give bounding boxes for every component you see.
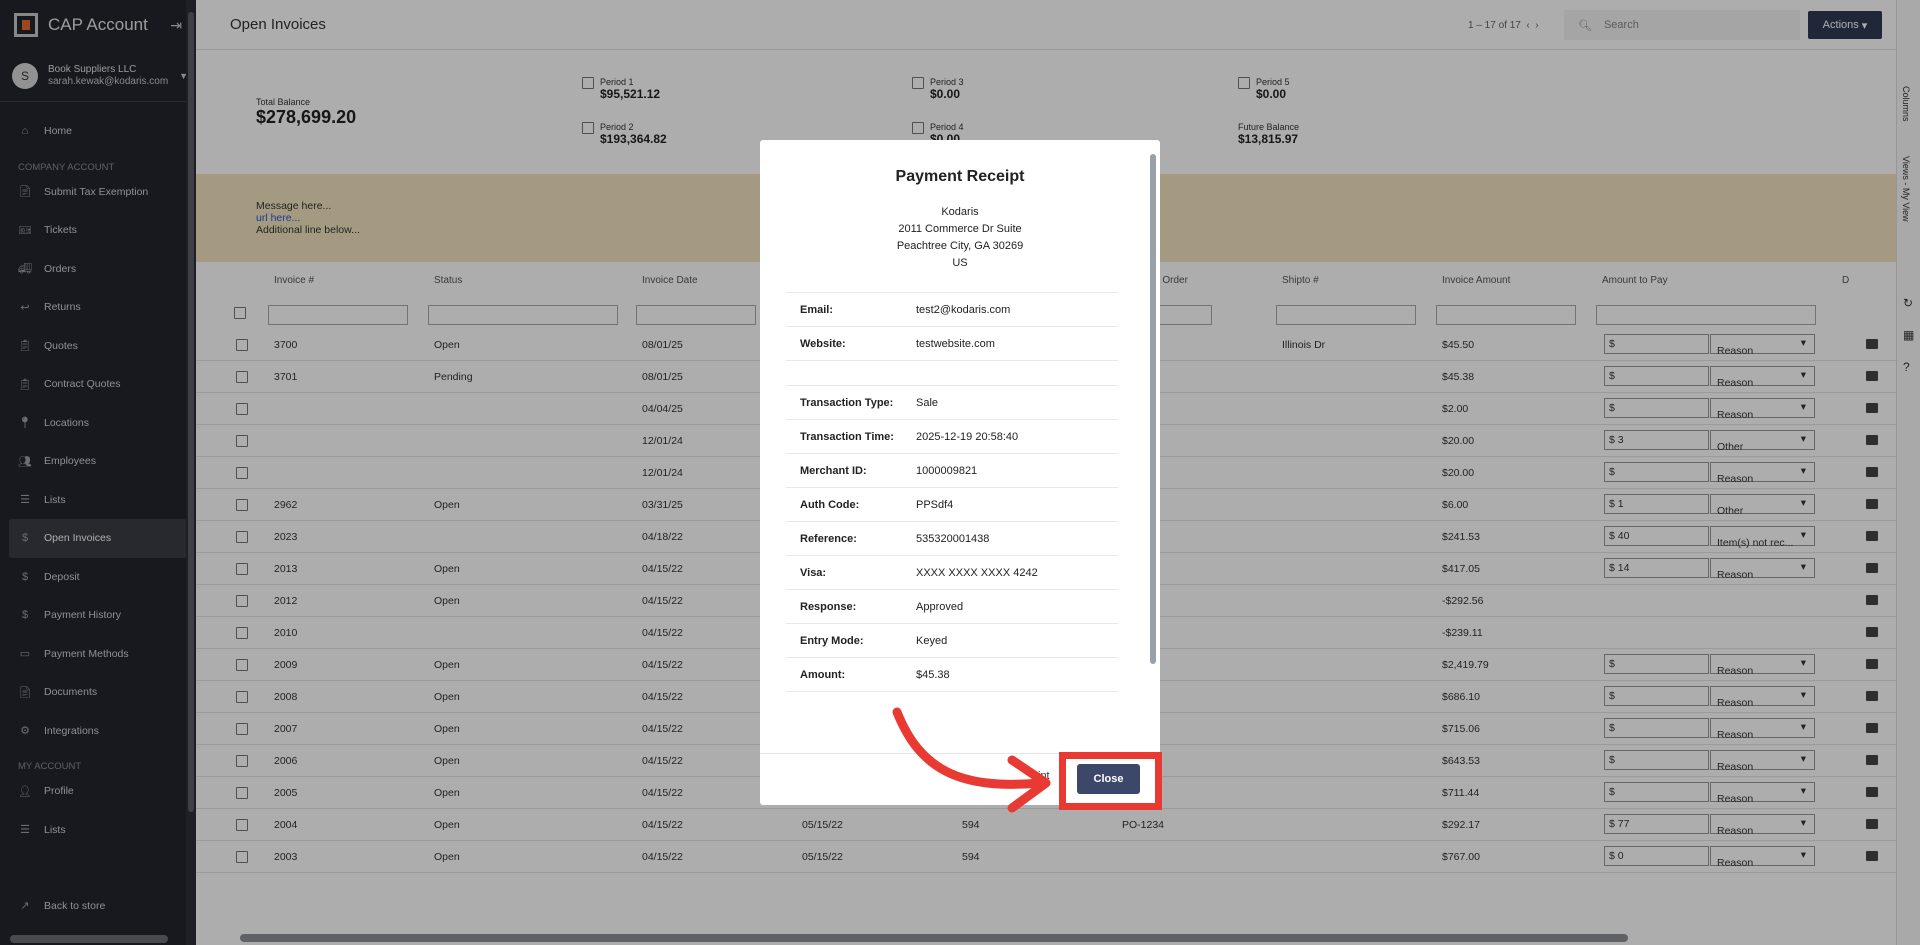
annotation-arrow [892, 707, 1051, 813]
